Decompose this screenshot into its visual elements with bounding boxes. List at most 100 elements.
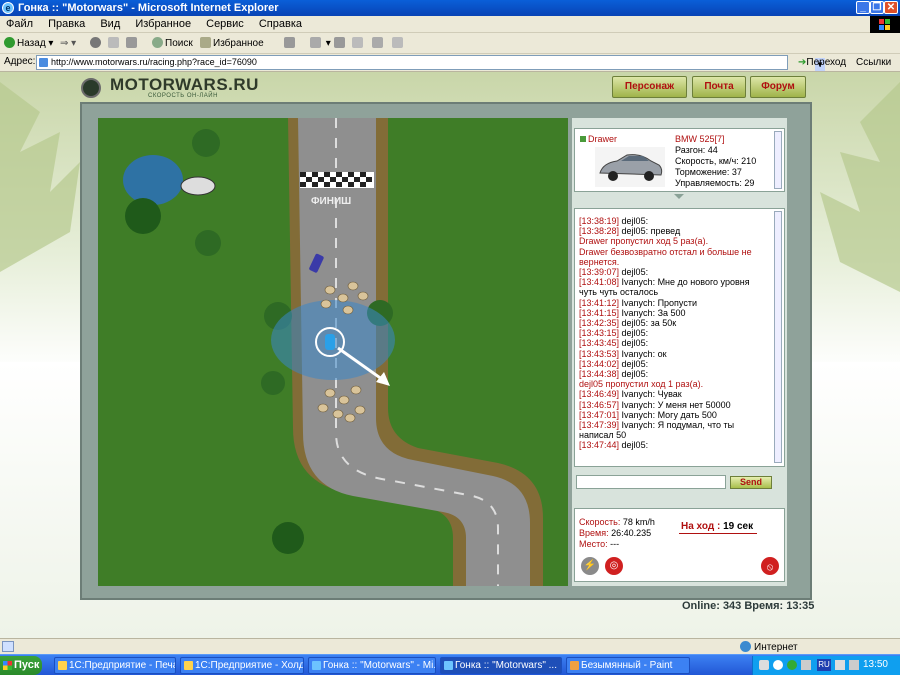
- task-paint[interactable]: Безымянный - Paint: [566, 657, 690, 674]
- finish-line: [300, 172, 374, 188]
- history-button[interactable]: [284, 36, 297, 52]
- page-icon: [39, 58, 48, 67]
- mail-button[interactable]: ▾: [310, 36, 331, 52]
- track-map[interactable]: ФИНИШ: [98, 118, 568, 586]
- task-ie-motorwars-2[interactable]: Гонка :: "Motorwars" ...: [440, 657, 562, 674]
- stat-speed: Скорость, км/ч: 210: [675, 156, 757, 166]
- driver-name[interactable]: Drawer: [580, 134, 617, 144]
- forward-button[interactable]: ⇒ ▾: [60, 36, 76, 52]
- page-done-icon: [2, 641, 14, 652]
- ie-icon: [444, 661, 453, 670]
- favorites-button[interactable]: Избранное: [200, 36, 264, 52]
- chat-message: [13:43:45] dejl05:: [575, 338, 767, 348]
- chat-scrollbar[interactable]: [774, 211, 782, 463]
- collapse-arrow-icon[interactable]: [674, 194, 684, 199]
- horn-button[interactable]: ◎: [605, 557, 623, 575]
- car-card: Drawer BMW 525[7] Разгон: 44 Скорость, к…: [574, 128, 785, 192]
- chat-timestamp: [13:43:53]: [579, 348, 620, 359]
- tray-icon[interactable]: [773, 660, 783, 670]
- game-frame: ФИНИШ Drawer BMW 525[7] Разгон: 44 Скоро…: [80, 102, 812, 600]
- chat-message: [13:46:57] Ivanych: У меня нет 50000: [575, 400, 767, 410]
- tray-icon[interactable]: [835, 660, 845, 670]
- links-button[interactable]: Ссылки: [856, 57, 891, 68]
- windows-flag-icon: [3, 661, 12, 670]
- pond: [123, 155, 183, 205]
- chat-message: [13:47:44] dejl05:: [575, 440, 767, 450]
- car-card-scrollbar[interactable]: [774, 131, 782, 189]
- globe-icon: [740, 641, 751, 652]
- finish-label: ФИНИШ: [311, 196, 351, 207]
- tray-icon[interactable]: [801, 660, 811, 670]
- speed-readout: Скорость: 78 km/h: [579, 517, 655, 527]
- nav-forum-button[interactable]: Форум: [750, 76, 806, 98]
- task-ie-motorwars-1[interactable]: Гонка :: "Motorwars" - Mi...: [308, 657, 436, 674]
- stat-handling: Управляемость: 29: [675, 178, 755, 188]
- history-icon: [284, 37, 295, 48]
- menu-file[interactable]: Файл: [0, 16, 39, 32]
- chat-text: Ivanych: У меня нет 50000: [619, 399, 731, 410]
- language-indicator[interactable]: RU: [817, 659, 831, 671]
- menu-tools[interactable]: Сервис: [200, 16, 250, 32]
- chat-timestamp: [13:44:38]: [579, 369, 620, 380]
- task-1c-print[interactable]: 1С:Предприятие - Печа...: [54, 657, 176, 674]
- chat-message: [13:46:49] Ivanych: Чувак: [575, 389, 767, 399]
- discuss-button[interactable]: [372, 36, 385, 52]
- chat-message: [13:39:07] dejl05:: [575, 267, 767, 277]
- edit-button[interactable]: [352, 36, 365, 52]
- bush: [192, 129, 220, 157]
- search-button[interactable]: Поиск: [152, 36, 193, 52]
- chat-timestamp: [13:44:02]: [579, 358, 620, 369]
- menu-view[interactable]: Вид: [94, 16, 126, 32]
- refresh-button[interactable]: [108, 36, 121, 52]
- quit-race-button[interactable]: ⦸: [759, 555, 781, 577]
- chat-timestamp: [13:42:35]: [579, 318, 620, 329]
- clock[interactable]: 13:50: [863, 659, 888, 670]
- ie-icon: e: [2, 2, 14, 14]
- home-button[interactable]: [126, 36, 139, 52]
- go-button[interactable]: ➔Переход: [798, 57, 846, 68]
- car-model[interactable]: BMW 525[7]: [675, 134, 725, 144]
- menu-favorites[interactable]: Избранное: [129, 16, 197, 32]
- browser-toolbar: Назад ▾ ⇒ ▾ Поиск Избранное ▾: [0, 34, 900, 54]
- stop-button[interactable]: [90, 36, 103, 52]
- messenger-button[interactable]: [392, 36, 405, 52]
- race-status: Скорость: 78 km/h Время: 26:40.235 Место…: [574, 508, 785, 582]
- send-button[interactable]: Send: [730, 476, 772, 489]
- player-car[interactable]: [325, 334, 335, 350]
- tray-icon[interactable]: [787, 660, 797, 670]
- browser-status-bar: Интернет: [0, 638, 900, 654]
- start-button[interactable]: Пуск: [0, 656, 42, 675]
- site-header: MOTORWARS.RU СКОРОСТЬ ОН-ЛАЙН Персонаж П…: [80, 74, 822, 102]
- chat-input[interactable]: [576, 475, 726, 489]
- close-button[interactable]: ✕: [884, 1, 898, 14]
- nitro-button[interactable]: ⚡: [581, 557, 599, 575]
- menu-edit[interactable]: Правка: [42, 16, 91, 32]
- race-track[interactable]: ФИНИШ: [98, 118, 568, 586]
- print-button[interactable]: [334, 36, 347, 52]
- back-arrow-icon: [4, 37, 15, 48]
- chat-timestamp: [13:47:01]: [579, 409, 620, 420]
- chat-timestamp: [13:39:07]: [579, 267, 620, 278]
- side-panel: Drawer BMW 525[7] Разгон: 44 Скорость, к…: [572, 118, 787, 586]
- window-title-bar[interactable]: e Гонка :: "Motorwars" - Microsoft Inter…: [0, 0, 900, 16]
- maximize-button[interactable]: ❐: [870, 1, 884, 14]
- chat-system-message: Drawer безвозвратно отстал и больше не в…: [575, 247, 767, 267]
- menu-help[interactable]: Справка: [253, 16, 308, 32]
- chat-text: Ivanych: Чувак: [619, 389, 682, 400]
- chat-timestamp: [13:41:08]: [579, 277, 620, 288]
- stop-icon: [90, 37, 101, 48]
- nav-character-button[interactable]: Персонаж: [612, 76, 687, 98]
- site-logo[interactable]: MOTORWARS.RU: [110, 75, 259, 95]
- chat-text: Drawer пропустил ход 5 раз(а).: [579, 236, 709, 247]
- chat-text: Ivanych: За 500: [619, 307, 686, 318]
- address-url: http://www.motorwars.ru/racing.php?race_…: [51, 57, 257, 67]
- address-input[interactable]: http://www.motorwars.ru/racing.php?race_…: [36, 55, 825, 71]
- tray-icon[interactable]: [759, 660, 769, 670]
- minimize-button[interactable]: _: [856, 1, 870, 14]
- back-button[interactable]: Назад ▾: [4, 36, 53, 52]
- task-1c-hold[interactable]: 1С:Предприятие - Холд...: [180, 657, 304, 674]
- bush: [261, 371, 285, 395]
- tray-icon[interactable]: [849, 660, 859, 670]
- nav-mail-button[interactable]: Почта: [692, 76, 746, 98]
- menu-bar: Файл Правка Вид Избранное Сервис Справка: [0, 16, 900, 33]
